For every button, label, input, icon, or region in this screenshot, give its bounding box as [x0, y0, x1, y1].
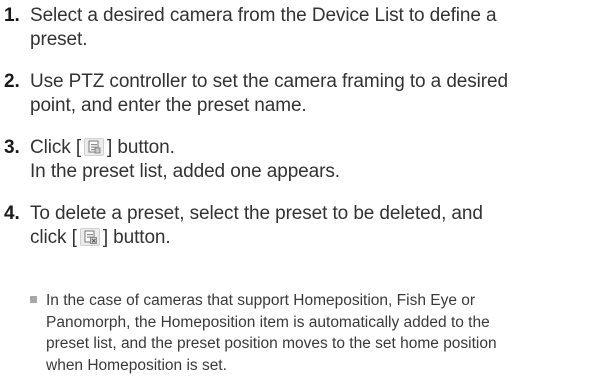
- step-line: Click [ ] button.: [30, 136, 600, 160]
- step-4: 4. To delete a preset, select the preset…: [4, 202, 600, 250]
- square-bullet-icon: [30, 296, 37, 303]
- note-line: when Homeposition is set.: [46, 356, 227, 374]
- delete-preset-icon[interactable]: [79, 228, 100, 246]
- step-number: 4.: [4, 203, 20, 224]
- step-2: 2. Use PTZ controller to set the camera …: [4, 70, 600, 118]
- note-line: In the case of cameras that support Home…: [46, 292, 476, 309]
- note: In the case of cameras that support Home…: [30, 290, 598, 376]
- step-text: Use PTZ controller to set the camera fra…: [30, 70, 600, 118]
- instruction-document: 1. Select a desired camera from the Devi…: [0, 0, 605, 392]
- click-suffix: ] button.: [107, 137, 175, 158]
- step-line: In the preset list, added one appears.: [30, 161, 340, 182]
- note-line: preset list, and the preset position mov…: [46, 335, 497, 352]
- click-suffix: ] button.: [102, 227, 171, 248]
- step-line: Select a desired camera from the Device …: [30, 5, 497, 26]
- step-text: Select a desired camera from the Device …: [30, 4, 600, 52]
- step-3: 3. Click [ ] button. In the preset list, …: [4, 136, 600, 184]
- click-prefix: Click [: [30, 137, 82, 158]
- step-number: 1.: [4, 5, 20, 26]
- step-1: 1. Select a desired camera from the Devi…: [4, 4, 600, 52]
- step-line: click [ ] button.: [30, 226, 600, 250]
- step-number: 3.: [4, 137, 20, 158]
- step-line: point, and enter the preset name.: [30, 95, 307, 116]
- note-text: In the case of cameras that support Home…: [46, 290, 598, 376]
- step-line: preset.: [30, 29, 88, 50]
- click-prefix: click [: [30, 227, 77, 248]
- step-line: Use PTZ controller to set the camera fra…: [30, 71, 508, 92]
- add-preset-icon[interactable]: [84, 138, 105, 156]
- step-line: To delete a preset, select the preset to…: [30, 203, 483, 224]
- step-text: Click [ ] button. In the preset list, add…: [30, 136, 600, 184]
- step-number: 2.: [4, 71, 20, 92]
- note-line: Panomorph, the Homeposition item is auto…: [46, 313, 490, 331]
- step-text: To delete a preset, select the preset to…: [30, 202, 600, 250]
